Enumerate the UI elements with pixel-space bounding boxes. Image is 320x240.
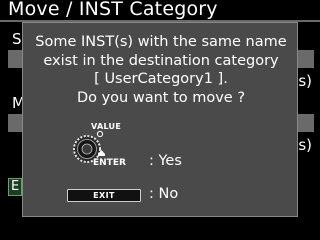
background-exit-button[interactable]: E: [8, 178, 22, 196]
destination-suffix: s): [298, 136, 312, 154]
confirm-move-dialog: Some INST(s) with the same name exist in…: [22, 22, 298, 217]
message-line: exist in the destination category: [43, 52, 279, 69]
value-knob[interactable]: VALUE ENTER: [71, 118, 131, 168]
source-suffix: s): [298, 72, 312, 90]
no-option[interactable]: : No: [149, 186, 178, 202]
page-title: Move / INST Category: [8, 0, 218, 20]
exit-button[interactable]: EXIT: [67, 189, 141, 202]
value-label: VALUE: [91, 122, 122, 131]
message-line: [ UserCategory1 ].: [94, 71, 228, 87]
enter-label: ENTER: [93, 158, 126, 168]
message-line: Do you want to move ?: [76, 89, 246, 106]
yes-option[interactable]: : Yes: [149, 153, 182, 169]
dialog-message: Some INST(s) with the same name exist in…: [23, 33, 299, 107]
message-line: Some INST(s) with the same name: [35, 34, 287, 50]
